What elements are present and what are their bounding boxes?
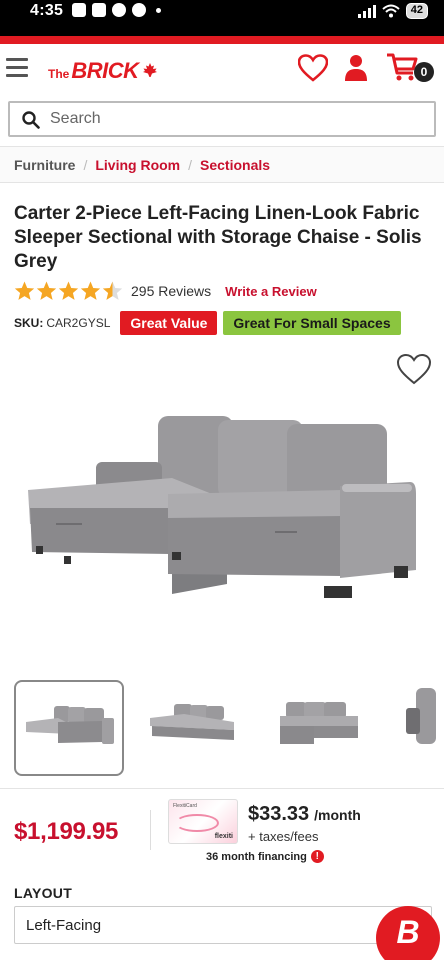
chatgpt-icon: [112, 3, 126, 17]
star-rating[interactable]: [14, 281, 123, 301]
status-bar: 4:35 42: [0, 0, 444, 36]
mail-icon: [92, 3, 106, 17]
wifi-icon: [382, 4, 400, 18]
flexiti-card-image: FlexitiCard flexiti: [168, 799, 238, 844]
taxes-note: + taxes/fees: [248, 829, 319, 844]
chat-logo-icon: B: [396, 914, 420, 950]
monthly-amount: $33.33: [248, 803, 310, 825]
star-icon: [14, 281, 35, 300]
section-divider: [0, 788, 444, 789]
monthly-unit: /month: [314, 807, 361, 823]
breadcrumb-item-furniture[interactable]: Furniture: [14, 157, 75, 173]
thumbnail-4[interactable]: [386, 680, 444, 776]
more-dot-icon: [156, 7, 161, 13]
star-icon: [36, 281, 57, 300]
breadcrumb: Furniture / Living Room / Sectionals: [14, 157, 270, 173]
layout-label: LAYOUT: [14, 885, 73, 901]
brand-strip: [0, 36, 444, 44]
chat-button[interactable]: B: [376, 906, 440, 960]
sku-value: CAR2GYSL: [46, 316, 111, 330]
battery-indicator: 42: [405, 3, 428, 19]
maple-leaf-icon: [142, 63, 157, 77]
cart-count-badge: 0: [414, 62, 434, 82]
rating-row: 295 Reviews Write a Review: [14, 280, 317, 302]
sku-row: SKU: CAR2GYSL Great Value Great For Smal…: [14, 311, 401, 335]
signal-icon: [357, 4, 376, 18]
thumbnail-3[interactable]: [262, 680, 372, 776]
card-brand: flexiti: [214, 833, 233, 840]
add-to-wishlist-heart-icon[interactable]: [396, 353, 432, 385]
layout-selector[interactable]: Left-Facing: [14, 906, 432, 944]
price-divider: [150, 810, 151, 850]
financing-text: 36 month financing: [206, 850, 307, 863]
info-icon[interactable]: !: [310, 850, 324, 863]
search-input[interactable]: [50, 107, 420, 131]
product-title: Carter 2-Piece Left-Facing Linen-Look Fa…: [14, 203, 422, 272]
menu-icon[interactable]: [6, 58, 28, 78]
great-value-badge: Great Value: [120, 311, 218, 335]
small-spaces-badge: Great For Small Spaces: [223, 311, 401, 335]
logo-the: The: [48, 67, 70, 81]
search-bar[interactable]: [8, 101, 436, 137]
financing-info[interactable]: 36 month financing !: [206, 850, 324, 863]
star-icon: [80, 281, 101, 300]
wishlist-heart-icon[interactable]: [298, 54, 328, 82]
logo-brick: BRICK: [71, 58, 139, 83]
breadcrumb-bar: Furniture / Living Room / Sectionals: [0, 146, 444, 183]
notification-icon: [72, 3, 86, 17]
breadcrumb-item-living-room[interactable]: Living Room: [95, 157, 180, 173]
monthly-payment: $33.33 /month: [248, 803, 361, 826]
status-right: 42: [357, 3, 428, 19]
half-star-icon: [102, 281, 123, 300]
breadcrumb-separator: /: [83, 157, 88, 173]
status-time: 4:35: [30, 2, 64, 19]
star-icon: [58, 281, 79, 300]
search-icon: [22, 111, 40, 129]
thumbnail-1[interactable]: [14, 680, 124, 776]
write-review-link[interactable]: Write a Review: [225, 284, 317, 299]
breadcrumb-item-sectionals[interactable]: Sectionals: [200, 157, 270, 173]
product-price: $1,199.95: [14, 818, 119, 845]
thumbnail-2[interactable]: [138, 680, 248, 776]
sku-label: SKU:: [14, 316, 44, 330]
breadcrumb-separator: /: [188, 157, 193, 173]
card-label: FlexitiCard: [173, 803, 197, 809]
sync-icon: [132, 3, 146, 17]
thumbnail-strip: [14, 680, 444, 778]
user-icon[interactable]: [344, 54, 368, 82]
layout-value: Left-Facing: [26, 917, 102, 934]
brand-logo[interactable]: The BRICK: [48, 58, 158, 84]
product-main-image[interactable]: [22, 406, 422, 606]
notification-icons: [72, 3, 161, 17]
site-header: The BRICK 0: [0, 44, 444, 94]
review-count[interactable]: 295 Reviews: [131, 283, 211, 299]
